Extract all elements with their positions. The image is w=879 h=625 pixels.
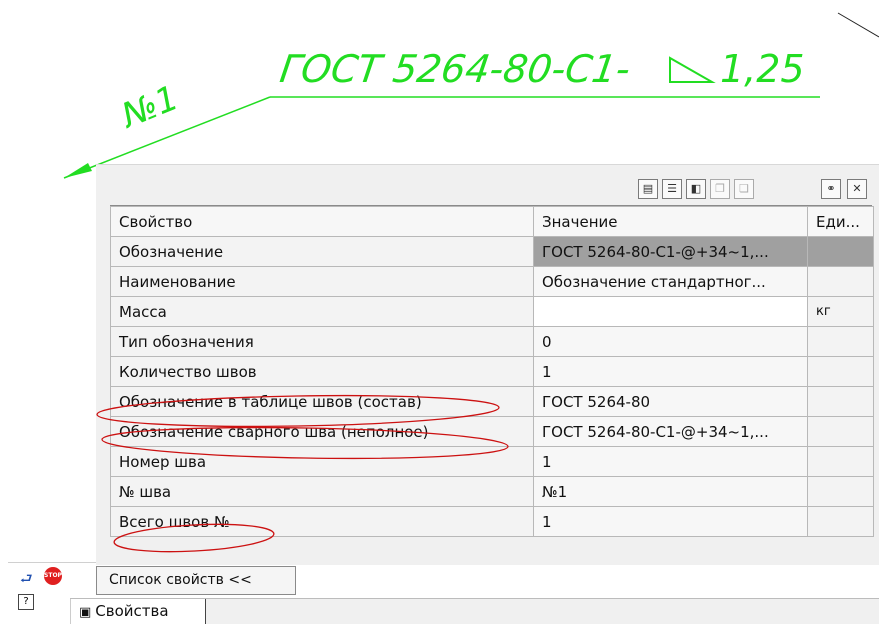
value-cell[interactable]: 0 xyxy=(533,326,808,357)
unit-cell: кг xyxy=(807,296,874,327)
book-icon[interactable]: ◧ xyxy=(686,179,706,199)
leader-arrow xyxy=(64,163,92,178)
properties-panel: ▤ ☰ ◧ ❐ ❏ ⚭ ✕ Свойство Значение Еди... О… xyxy=(96,164,879,565)
divider xyxy=(8,562,96,563)
property-cell: Обозначение сварного шва (неполное) xyxy=(110,416,534,447)
property-cell: Обозначение в таблице швов (состав) xyxy=(110,386,534,417)
table-row[interactable]: Количество швов 1 xyxy=(110,356,874,387)
table-row[interactable]: Всего швов № 1 xyxy=(110,506,874,537)
value-cell[interactable]: №1 xyxy=(533,476,808,507)
unit-cell xyxy=(807,266,874,297)
unit-cell xyxy=(807,506,874,537)
property-cell: Масса xyxy=(110,296,534,327)
value-cell[interactable]: ГОСТ 5264-80-С1-@+34~1,... xyxy=(533,416,808,447)
property-cell: Всего швов № xyxy=(110,506,534,537)
unit-cell xyxy=(807,326,874,357)
table-row[interactable]: Обозначение сварного шва (неполное) ГОСТ… xyxy=(110,416,874,447)
link-icon[interactable]: ⚭ xyxy=(821,179,841,199)
property-cell: Количество швов xyxy=(110,356,534,387)
unit-cell xyxy=(807,476,874,507)
property-cell: № шва xyxy=(110,476,534,507)
properties-table: Свойство Значение Еди... Обозначение ГОС… xyxy=(110,206,874,537)
weld-number-label: №1 xyxy=(115,78,185,137)
drawing-line xyxy=(837,12,879,38)
table-row[interactable]: Наименование Обозначение стандартног... xyxy=(110,266,874,297)
panel-tab-bar: ▣ Свойства xyxy=(70,598,879,624)
property-cell: Обозначение xyxy=(110,236,534,267)
value-cell[interactable]: ГОСТ 5264-80 xyxy=(533,386,808,417)
list-view-icon[interactable]: ☰ xyxy=(662,179,682,199)
properties-list-icon[interactable]: ▤ xyxy=(638,179,658,199)
table-row[interactable]: Обозначение в таблице швов (состав) ГОСТ… xyxy=(110,386,874,417)
copy-icon[interactable]: ❐ xyxy=(710,179,730,199)
unit-cell xyxy=(807,446,874,477)
column-header-unit[interactable]: Еди... xyxy=(807,206,874,237)
value-cell[interactable]: 1 xyxy=(533,506,808,537)
table-row[interactable]: Тип обозначения 0 xyxy=(110,326,874,357)
property-cell: Наименование xyxy=(110,266,534,297)
table-toolbar: ▤ ☰ ◧ ❐ ❏ ⚭ ✕ xyxy=(110,175,872,206)
weld-leg-text: 1,25 xyxy=(720,47,805,91)
property-cell: Тип обозначения xyxy=(110,326,534,357)
weld-callout-text: ГОСТ 5264-80-С1- xyxy=(277,48,633,92)
copy-all-icon[interactable]: ❏ xyxy=(734,179,754,199)
value-cell[interactable]: Обозначение стандартног... xyxy=(533,266,808,297)
column-header-value: Значение xyxy=(533,206,808,237)
unit-cell xyxy=(807,236,874,267)
help-icon[interactable]: ? xyxy=(18,594,34,610)
value-cell[interactable] xyxy=(533,296,808,327)
unit-cell xyxy=(807,356,874,387)
table-row[interactable]: Номер шва 1 xyxy=(110,446,874,477)
tab-label: Свойства xyxy=(95,602,169,620)
unit-cell xyxy=(807,386,874,417)
table-row[interactable]: Обозначение ГОСТ 5264-80-С1-@+34~1,... xyxy=(110,236,874,267)
value-cell[interactable]: 1 xyxy=(533,446,808,477)
collapse-properties-button[interactable]: Список свойств << xyxy=(96,566,296,595)
value-cell[interactable]: ГОСТ 5264-80-С1-@+34~1,... xyxy=(533,236,808,267)
table-row[interactable]: Масса кг xyxy=(110,296,874,327)
table-header-row: Свойство Значение Еди... xyxy=(110,206,874,237)
unit-cell xyxy=(807,416,874,447)
property-cell: Номер шва xyxy=(110,446,534,477)
fillet-weld-symbol xyxy=(669,56,716,83)
properties-tab-icon: ▣ xyxy=(79,605,92,620)
value-cell[interactable]: 1 xyxy=(533,356,808,387)
table-row[interactable]: № шва №1 xyxy=(110,476,874,507)
stop-icon[interactable]: STOP xyxy=(44,567,62,585)
close-table-icon[interactable]: ✕ xyxy=(847,179,867,199)
tab-properties[interactable]: ▣ Свойства xyxy=(70,599,206,624)
enter-arrow-icon[interactable]: ⮐ xyxy=(20,568,33,592)
column-header-property: Свойство xyxy=(110,206,534,237)
